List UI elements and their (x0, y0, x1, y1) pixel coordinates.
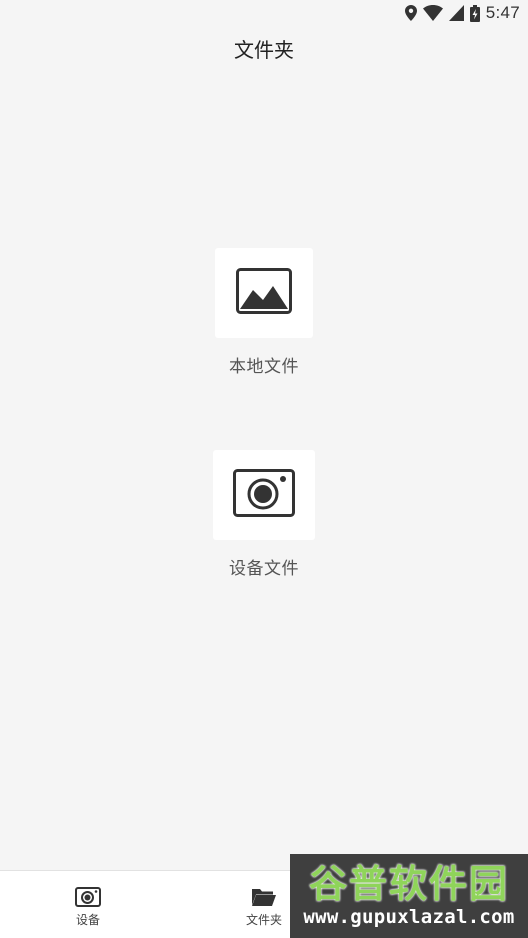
nav-label-device: 设备 (75, 913, 100, 927)
image-icon (236, 268, 292, 318)
watermark-url: www.gupuxlazal.com (303, 906, 515, 928)
app-screen: 5:47 文件夹 本地文件 设备文件 设备 文件夹 谷普软件园 www.gupu… (0, 0, 528, 938)
status-icons: 5:47 (404, 3, 520, 23)
device-files-item[interactable]: 设备文件 (0, 450, 528, 579)
nav-item-device[interactable]: 设备 (0, 871, 176, 938)
status-time: 5:47 (485, 3, 520, 22)
nav-label-folder: 文件夹 (245, 913, 282, 927)
page-title: 文件夹 (234, 38, 294, 62)
battery-charging-icon (469, 4, 480, 22)
camera-icon (75, 881, 101, 907)
device-files-icon-box[interactable] (213, 450, 315, 540)
location-icon (404, 5, 417, 21)
local-files-icon-box[interactable] (215, 248, 313, 338)
folder-icon (251, 881, 277, 907)
device-files-label: 设备文件 (229, 559, 299, 579)
watermark-brand: 谷普软件园 (308, 862, 509, 906)
camera-icon (233, 469, 295, 521)
cell-signal-icon (448, 5, 464, 21)
watermark-overlay: 谷普软件园 www.gupuxlazal.com (290, 854, 528, 938)
local-files-label: 本地文件 (229, 357, 299, 377)
local-files-item[interactable]: 本地文件 (0, 248, 528, 377)
status-bar: 5:47 (0, 0, 528, 28)
wifi-icon (422, 5, 443, 21)
